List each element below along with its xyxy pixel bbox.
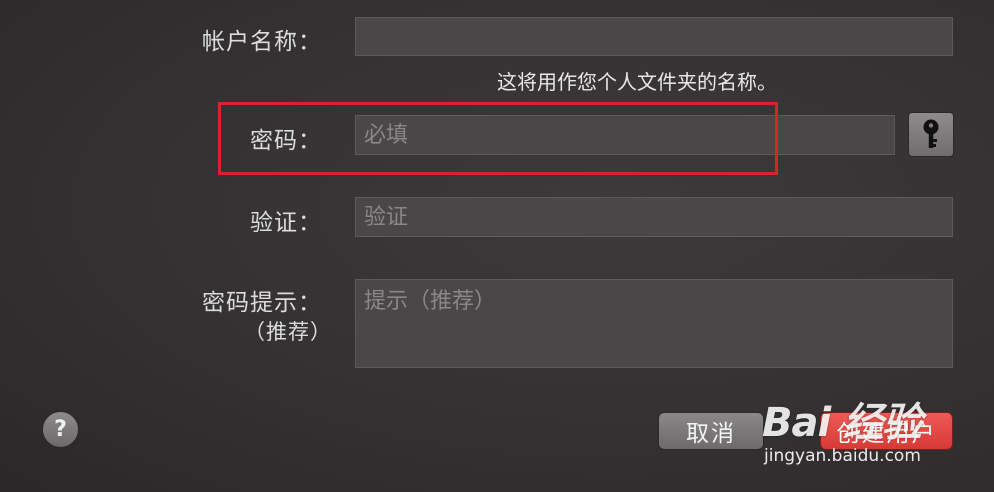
- key-icon: [923, 119, 939, 148]
- password-hint-label: 密码提示：: [202, 290, 322, 316]
- verify-field[interactable]: [355, 197, 953, 237]
- new-user-sheet: 帐户名称： 这将用作您个人文件夹的名称。 密码： 验证： 密码提示： （推荐） …: [0, 0, 994, 492]
- account-name-label: 帐户名称：: [202, 29, 322, 55]
- password-hint-sublabel: （推荐）: [244, 320, 332, 344]
- password-assistant-button[interactable]: [908, 112, 954, 157]
- question-mark-icon: ?: [54, 417, 67, 442]
- password-highlight-box: [218, 102, 778, 175]
- cancel-button[interactable]: 取消: [658, 412, 764, 450]
- verify-label: 验证：: [250, 210, 322, 236]
- account-name-field[interactable]: [355, 17, 953, 56]
- password-hint-field[interactable]: [355, 279, 953, 368]
- help-button[interactable]: ?: [42, 411, 79, 448]
- create-user-button[interactable]: 创建用户: [820, 412, 953, 450]
- account-name-hint: 这将用作您个人文件夹的名称。: [497, 70, 777, 94]
